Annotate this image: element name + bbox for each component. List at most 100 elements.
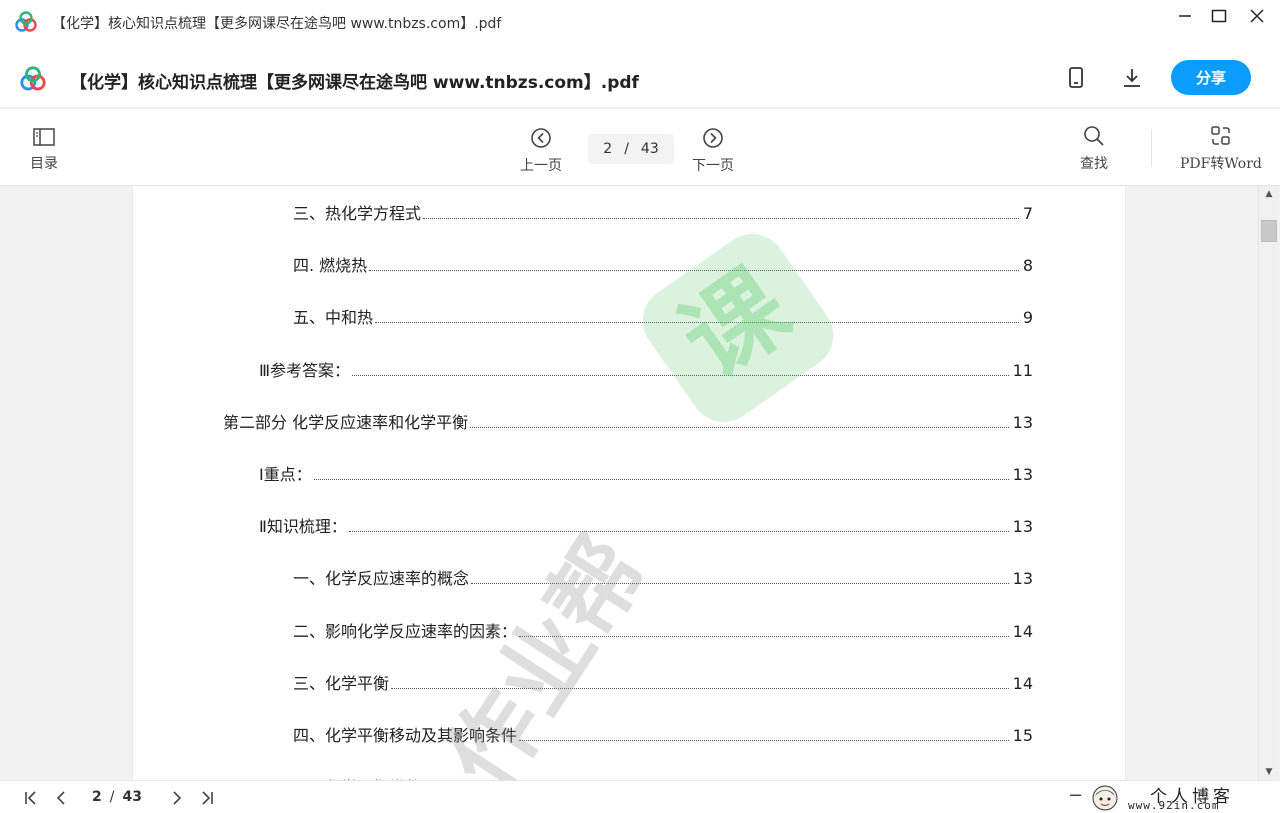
document-header: 【化学】核心知识点梳理【更多网课尽在途鸟吧 www.tnbzs.com】.pdf… <box>0 44 1280 108</box>
toc-entry[interactable]: Ⅲ参考答案： 11 <box>259 357 1033 381</box>
toc-entry-page: 14 <box>1012 622 1033 641</box>
blog-watermark: 个人博客 www.92in.com <box>1088 783 1278 813</box>
toc-leader-dots <box>352 375 1009 376</box>
chevron-left-icon <box>56 791 65 805</box>
total-pages: 43 <box>640 141 659 157</box>
toc-leader-dots <box>423 218 1019 219</box>
minimize-button[interactable] <box>1172 6 1198 26</box>
document-viewport[interactable]: 三、热化学方程式 7 四. 燃烧热 8 五、中和热 9 Ⅲ参考答案： 11 第二部分 化学反应速… <box>0 186 1258 780</box>
toc-entry[interactable]: 四. 燃烧热 8 <box>293 252 1033 276</box>
search-icon <box>1084 126 1104 146</box>
maximize-button[interactable] <box>1206 6 1232 26</box>
toc-entry-title: 三、热化学方程式 <box>293 204 422 223</box>
toc-entry-page: 7 <box>1022 204 1033 223</box>
vertical-scrollbar[interactable]: ▲ ▼ <box>1258 186 1278 780</box>
bottom-total-pages: 43 <box>122 789 142 805</box>
bottom-page-separator: / <box>109 789 115 805</box>
app-logo-icon <box>15 11 37 32</box>
pdf-to-word-button[interactable]: PDF转Word <box>1180 125 1262 173</box>
current-page: 2 <box>603 141 613 157</box>
search-label: 查找 <box>1080 156 1108 172</box>
toc-leader-dots <box>375 322 1019 323</box>
phone-icon <box>1069 67 1083 88</box>
document-title: 【化学】核心知识点梳理【更多网课尽在途鸟吧 www.tnbzs.com】.pdf <box>70 73 639 93</box>
toc-entry-page: 13 <box>1012 517 1033 536</box>
toc-icon <box>33 128 55 146</box>
toc-entry-title: Ⅲ参考答案： <box>259 361 351 380</box>
next-page-button[interactable]: 下一页 <box>692 127 734 175</box>
toc-entry-title: 五、中和热 <box>293 308 374 327</box>
scroll-down-arrow-icon[interactable]: ▼ <box>1259 764 1279 780</box>
toc-leader-dots <box>391 688 1009 689</box>
toc-entry[interactable]: 第二部分 化学反应速率和化学平衡 13 <box>223 409 1033 433</box>
toc-entry[interactable]: Ⅰ重点： 13 <box>259 461 1033 485</box>
app-logo-icon <box>20 66 46 91</box>
first-page-button[interactable] <box>20 787 42 809</box>
toc-leader-dots <box>348 531 1009 532</box>
chevron-left-circle-icon <box>531 128 551 148</box>
mobile-view-button[interactable] <box>1064 66 1088 90</box>
chevron-right-icon <box>173 791 182 805</box>
prev-page-label: 上一页 <box>520 158 562 174</box>
prev-page-button[interactable]: 上一页 <box>520 127 562 175</box>
toc-entry[interactable]: 二、影响化学反应速率的因素： 14 <box>293 618 1033 642</box>
last-page-button[interactable] <box>196 787 218 809</box>
toc-entry[interactable]: 三、化学平衡 14 <box>293 670 1033 694</box>
bottom-navigation-bar: 2 / 43 − 个人博客 www.92in.com <box>0 780 1280 813</box>
toc-entry-page: 14 <box>1012 674 1033 693</box>
chevron-right-circle-icon <box>703 128 723 148</box>
toc-entry-page: 13 <box>1012 569 1033 588</box>
toc-button[interactable]: 目录 <box>30 127 58 173</box>
toc-entry-page: 11 <box>1012 361 1033 380</box>
search-button[interactable]: 查找 <box>1080 125 1108 173</box>
toc-entry-title: 第二部分 化学反应速率和化学平衡 <box>223 413 469 432</box>
blog-url: www.92in.com <box>1128 799 1220 812</box>
next-page-label: 下一页 <box>692 158 734 174</box>
share-button[interactable]: 分享 <box>1171 60 1251 95</box>
page-indicator[interactable]: 2 / 43 <box>588 134 674 164</box>
toc-label: 目录 <box>30 156 58 172</box>
close-icon <box>1250 9 1264 23</box>
toc-leader-dots <box>369 270 1019 271</box>
zoom-out-button[interactable]: − <box>1068 785 1083 806</box>
first-page-icon <box>25 791 36 805</box>
toc-entry[interactable]: 一、化学反应速率的概念 13 <box>293 565 1033 589</box>
toc-entry[interactable]: 四、化学平衡移动及其影响条件 15 <box>293 722 1033 746</box>
toc-entry-page: 13 <box>1012 413 1033 432</box>
page-separator: / <box>624 141 629 157</box>
download-icon <box>1124 69 1140 87</box>
close-button[interactable] <box>1244 6 1270 26</box>
toc-leader-dots <box>471 583 1009 584</box>
bottom-current-page: 2 <box>92 789 102 805</box>
pdf-page: 三、热化学方程式 7 四. 燃烧热 8 五、中和热 9 Ⅲ参考答案： 11 第二部分 化学反应速… <box>133 186 1125 780</box>
maximize-icon <box>1211 9 1227 23</box>
last-page-icon <box>202 791 213 805</box>
toc-entry-title: 二、影响化学反应速率的因素： <box>293 622 518 641</box>
toc-entry-title: 四. 燃烧热 <box>293 256 368 275</box>
viewer-toolbar: 目录 上一页 2 / 43 下一页 查找 PDF转Word <box>0 109 1280 186</box>
toc-entry-title: Ⅱ知识梳理： <box>259 517 347 536</box>
toc-entry[interactable]: 三、热化学方程式 7 <box>293 200 1033 224</box>
avatar <box>1092 785 1118 811</box>
toolbar-divider <box>1151 129 1152 167</box>
pdf-to-word-label: PDF转Word <box>1180 156 1262 172</box>
toc-entry-title: 三、化学平衡 <box>293 674 390 693</box>
bottom-page-indicator[interactable]: 2 / 43 <box>92 789 142 805</box>
next-page-small-button[interactable] <box>166 787 188 809</box>
scroll-up-arrow-icon[interactable]: ▲ <box>1259 186 1279 202</box>
window-title: 【化学】核心知识点梳理【更多网课尽在途鸟吧 www.tnbzs.com】.pdf <box>52 16 502 32</box>
toc-entry[interactable]: Ⅱ知识梳理： 13 <box>259 513 1033 537</box>
toc-leader-dots <box>470 427 1009 428</box>
scroll-thumb[interactable] <box>1261 220 1277 242</box>
toc-entry-page: 15 <box>1012 726 1033 745</box>
toc-entry-page: 13 <box>1012 465 1033 484</box>
prev-page-small-button[interactable] <box>50 787 72 809</box>
toc-entry-page: 8 <box>1022 256 1033 275</box>
download-button[interactable] <box>1120 66 1144 90</box>
toc-entry[interactable]: 五、中和热 9 <box>293 304 1033 328</box>
convert-icon <box>1211 126 1230 145</box>
toc-entry-title: 四、化学平衡移动及其影响条件 <box>293 726 518 745</box>
toc-entry-title: 一、化学反应速率的概念 <box>293 569 470 588</box>
toc-leader-dots <box>519 740 1009 741</box>
window-titlebar: 【化学】核心知识点梳理【更多网课尽在途鸟吧 www.tnbzs.com】.pdf <box>0 0 1280 44</box>
